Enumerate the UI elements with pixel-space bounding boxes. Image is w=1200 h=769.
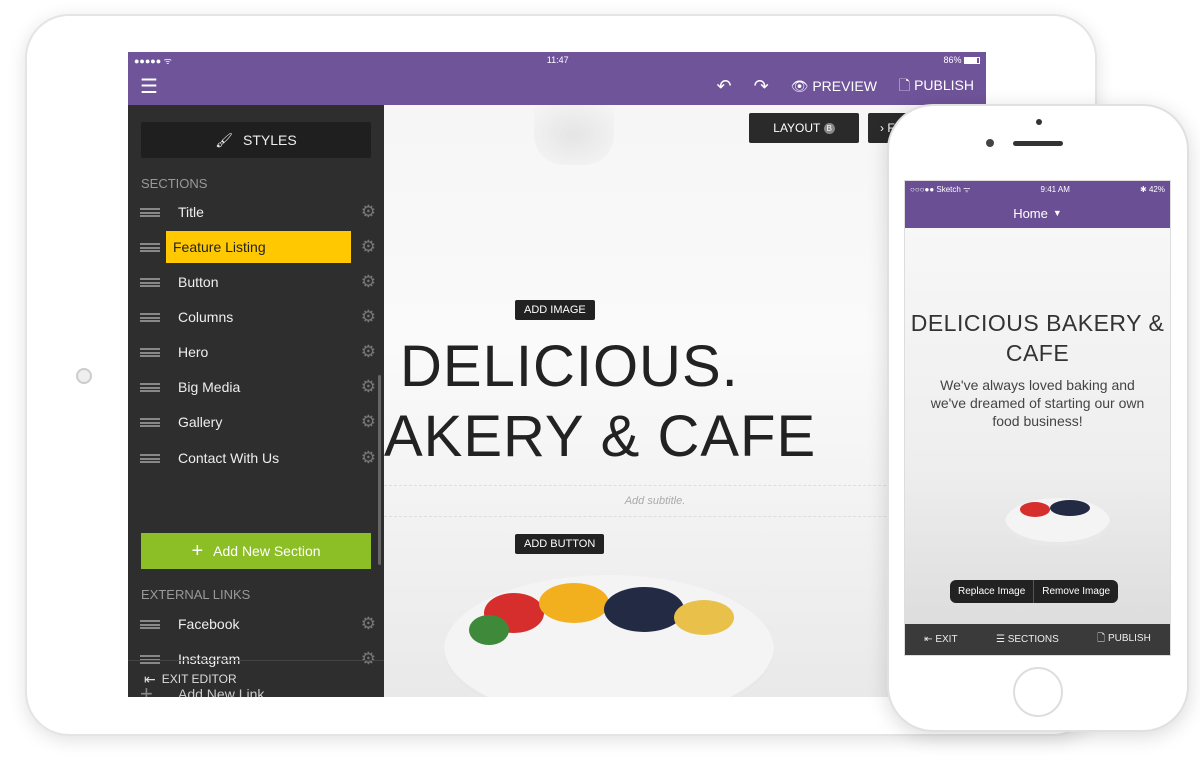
exit-icon: ⇤ [144,670,156,687]
drag-handle-icon[interactable] [140,453,160,463]
layout-badge: B [823,122,835,134]
undo-icon[interactable]: ↶ [716,76,731,97]
hero-title-line2[interactable]: AKERY & CAFE [384,403,816,470]
section-item-big-media[interactable]: Big Media ⚙ [140,371,376,403]
replace-image-button[interactable]: Replace Image [950,580,1033,603]
page-selector[interactable]: Home ▼ [905,198,1170,228]
phone-publish-button[interactable]: 🗋 PUBLISH [1097,631,1151,648]
fruit-bowl-image [1005,498,1110,546]
link-item-facebook[interactable]: Facebook ⚙ [140,608,376,640]
document-icon: 🗋 [1097,633,1106,644]
gear-icon[interactable]: ⚙ [361,342,376,362]
section-item-gallery[interactable]: Gallery ⚙ [140,406,376,438]
exit-editor-button[interactable]: ⇤ EXIT EDITOR [128,660,384,697]
gear-icon[interactable]: ⚙ [361,412,376,432]
section-item-columns[interactable]: Columns ⚙ [140,301,376,333]
external-links-heading: EXTERNAL LINKS [141,587,251,602]
gear-icon[interactable]: ⚙ [361,202,376,222]
add-button-button[interactable]: ADD BUTTON [515,534,605,554]
styles-button[interactable]: 🖌 STYLES [141,122,371,158]
lamp-image [534,105,614,165]
fruit-bowl-image [444,575,774,697]
exit-icon: ⇤ [924,634,933,645]
battery-indicator: 86% [943,55,980,65]
section-item-feature-listing[interactable]: Feature Listing ⚙ [140,231,376,263]
plus-icon: + [191,539,204,562]
redo-icon[interactable]: ↷ [754,76,769,97]
phone-front-camera [986,139,994,147]
battery-icon [963,57,980,65]
phone-preview: DELICIOUS BAKERY & CAFE We've always lov… [905,228,1170,625]
sidebar-scrollbar[interactable] [378,375,381,565]
section-item-button[interactable]: Button ⚙ [140,266,376,298]
drag-handle-icon[interactable] [140,312,160,322]
gear-icon[interactable]: ⚙ [361,614,376,634]
add-section-button[interactable]: + Add New Section [141,533,371,569]
eye-icon: 👁 [790,78,809,94]
brush-icon: 🖌 [215,131,234,148]
gear-icon[interactable]: ⚙ [361,448,376,468]
hero-title-line1[interactable]: DELICIOUS. [400,333,739,400]
publish-button[interactable]: 🗋 PUBLISH [899,75,974,99]
clock: 11:47 [546,55,569,65]
phone-exit-button[interactable]: ⇤ EXIT [924,634,957,645]
status-bar: ●●●●● ᯤ 11:47 86% [128,52,986,68]
layout-button[interactable]: LAYOUT B [749,113,859,143]
tablet-home-button [76,368,92,384]
section-item-contact[interactable]: Contact With Us ⚙ [140,442,376,474]
phone-sections-button[interactable]: ☰ SECTIONS [996,634,1059,645]
caret-down-icon: ▼ [1052,208,1062,218]
phone-bottom-bar: ⇤ EXIT ☰ SECTIONS 🗋 PUBLISH [905,624,1170,655]
tablet-screen: ●●●●● ᯤ 11:47 86% ☰ ↶ ↷ 👁 PREVIEW 🗋 PUBL… [128,52,986,697]
phone-status-bar: ○○○●● Sketch ᯤ 9:41 AM ✱ 42% [905,181,1170,198]
drag-handle-icon[interactable] [140,347,160,357]
section-item-title[interactable]: Title ⚙ [140,196,376,228]
hamburger-icon[interactable]: ☰ [140,74,158,99]
signal-indicator: ●●●●● ᯤ [134,55,172,66]
remove-image-button[interactable]: Remove Image [1033,580,1118,603]
gear-icon[interactable]: ⚙ [361,237,376,257]
phone-home-button [1013,667,1063,717]
gear-icon[interactable]: ⚙ [361,307,376,327]
sidebar: 🖌 STYLES SECTIONS Title ⚙ Feature Listing ⚙… [128,105,384,697]
phone-hero-subtitle: We've always loved baking and we've drea… [930,377,1145,429]
drag-handle-icon[interactable] [140,417,160,427]
phone-screen: ○○○●● Sketch ᯤ 9:41 AM ✱ 42% Home ▼ DELIC… [904,180,1171,656]
phone-speaker [1013,141,1063,146]
add-image-button[interactable]: ADD IMAGE [515,300,595,320]
gear-icon[interactable]: ⚙ [361,377,376,397]
section-item-hero[interactable]: Hero ⚙ [140,336,376,368]
editor-toolbar: ☰ ↶ ↷ 👁 PREVIEW 🗋 PUBLISH [128,68,986,105]
drag-handle-icon[interactable] [140,619,160,629]
gear-icon[interactable]: ⚙ [361,272,376,292]
phone-camera [1036,119,1042,125]
drag-handle-icon[interactable] [140,382,160,392]
drag-handle-icon[interactable] [140,277,160,287]
phone-hero-title: DELICIOUS BAKERY & CAFE [910,310,1165,366]
document-icon: 🗋 [898,76,911,93]
sections-heading: SECTIONS [141,176,208,191]
preview-button[interactable]: 👁 PREVIEW [791,78,877,95]
image-popover: Replace Image Remove Image [950,580,1119,603]
drag-handle-icon[interactable] [140,242,160,252]
drag-handle-icon[interactable] [140,207,160,217]
sections-icon: ☰ [995,634,1005,645]
